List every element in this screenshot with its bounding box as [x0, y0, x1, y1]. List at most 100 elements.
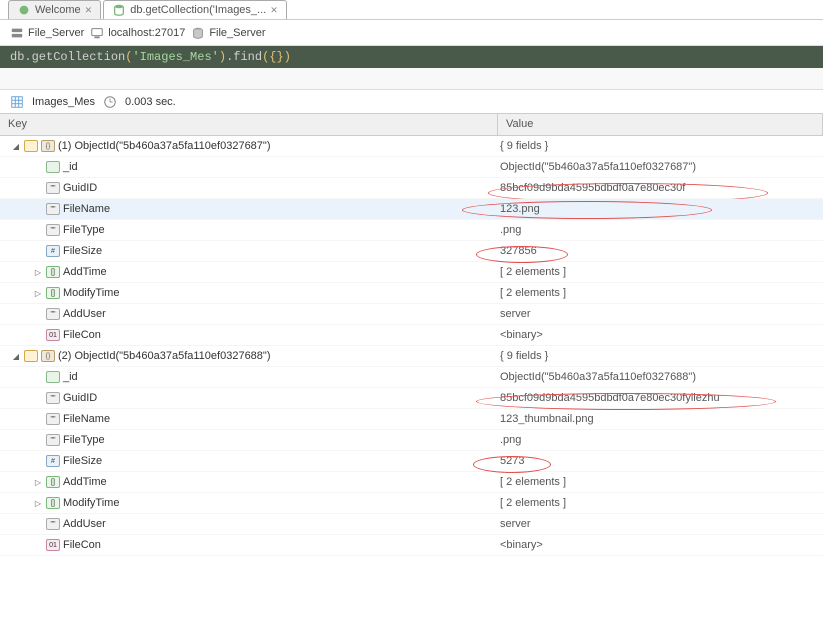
key-cell: ▷""FileName — [0, 413, 498, 425]
value-text: ObjectId("5b460a37a5fa110ef0327687") — [500, 161, 696, 173]
tree-row[interactable]: ▷""FileName123_thumbnail.png — [0, 409, 823, 430]
status-collection: Images_Mes — [32, 96, 95, 108]
expand-icon[interactable]: ▷ — [33, 498, 43, 508]
crumb-db-label: File_Server — [209, 27, 265, 39]
str-icon: "" — [46, 203, 60, 215]
query-bar[interactable]: db.getCollection('Images_Mes').find({}) — [0, 46, 823, 68]
value-cell: 85bcf09d9bda4595bdbdf0a7e80ec30f — [498, 182, 823, 194]
value-text: 123_thumbnail.png — [500, 413, 594, 425]
key-cell: ▷""GuidID — [0, 182, 498, 194]
key-cell: ◢{}(2) ObjectId("5b460a37a5fa110ef032768… — [0, 350, 498, 362]
value-cell: [ 2 elements ] — [498, 287, 823, 299]
toolbar-gap — [0, 68, 823, 90]
tree-row[interactable]: ▷""FileType.png — [0, 430, 823, 451]
breadcrumb: File_Server localhost:27017 File_Server — [0, 20, 823, 46]
tree-row[interactable]: ◢{}(2) ObjectId("5b460a37a5fa110ef032768… — [0, 346, 823, 367]
expand-icon[interactable]: ▷ — [33, 267, 43, 277]
key-text: AddTime — [63, 266, 107, 278]
value-text: [ 2 elements ] — [500, 266, 566, 278]
tree-row[interactable]: ▷01FileCon<binary> — [0, 325, 823, 346]
num-icon: # — [46, 455, 60, 467]
key-cell: ▷#FileSize — [0, 245, 498, 257]
close-icon[interactable]: ✕ — [85, 5, 93, 16]
tree-row[interactable]: ◢{}(1) ObjectId("5b460a37a5fa110ef032768… — [0, 136, 823, 157]
tree-row[interactable]: ▷[]AddTime[ 2 elements ] — [0, 262, 823, 283]
status-time: 0.003 sec. — [125, 96, 176, 108]
value-text: [ 2 elements ] — [500, 476, 566, 488]
key-cell: ▷_id — [0, 371, 498, 383]
crumb-db[interactable]: File_Server — [191, 26, 265, 40]
value-cell: 85bcf09d9bda4595bdbdf0a7e80ec30fyilezhu — [498, 392, 823, 404]
tree-row[interactable]: ▷[]ModifyTime[ 2 elements ] — [0, 283, 823, 304]
value-cell: [ 2 elements ] — [498, 266, 823, 278]
crumb-host[interactable]: localhost:27017 — [90, 26, 185, 40]
id-icon — [46, 161, 60, 173]
num-icon: # — [46, 245, 60, 257]
value-cell: ObjectId("5b460a37a5fa110ef0327687") — [498, 161, 823, 173]
tree-row[interactable]: ▷_idObjectId("5b460a37a5fa110ef0327687") — [0, 157, 823, 178]
key-cell: ▷01FileCon — [0, 539, 498, 551]
key-text: FileType — [63, 224, 105, 236]
expand-icon[interactable]: ▷ — [33, 288, 43, 298]
value-cell: <binary> — [498, 539, 823, 551]
value-text: ObjectId("5b460a37a5fa110ef0327688") — [500, 371, 696, 383]
key-text: FileSize — [63, 245, 102, 257]
tab-welcome[interactable]: Welcome ✕ — [8, 0, 101, 19]
value-cell: .png — [498, 434, 823, 446]
tree-row[interactable]: ▷""GuidID85bcf09d9bda4595bdbdf0a7e80ec30… — [0, 388, 823, 409]
arr-icon: [] — [46, 287, 60, 299]
tree-row[interactable]: ▷#FileSize5273 — [0, 451, 823, 472]
header-value[interactable]: Value — [498, 114, 823, 135]
collapse-icon[interactable]: ◢ — [11, 141, 21, 151]
key-cell: ▷[]ModifyTime — [0, 287, 498, 299]
key-cell: ▷[]AddTime — [0, 266, 498, 278]
value-cell: .png — [498, 224, 823, 236]
tab-query[interactable]: db.getCollection('Images_... ✕ — [103, 0, 287, 19]
tree-row[interactable]: ▷""FileName123.png — [0, 199, 823, 220]
crumb-server-label: File_Server — [28, 27, 84, 39]
tree-row[interactable]: ▷""AddUserserver — [0, 514, 823, 535]
tree-row[interactable]: ▷""GuidID85bcf09d9bda4595bdbdf0a7e80ec30… — [0, 178, 823, 199]
tree-row[interactable]: ▷""AddUserserver — [0, 304, 823, 325]
key-cell: ▷""FileName — [0, 203, 498, 215]
str-icon: "" — [46, 518, 60, 530]
value-text: server — [500, 308, 531, 320]
crumb-server[interactable]: File_Server — [10, 26, 84, 40]
key-text: GuidID — [63, 182, 97, 194]
expand-icon[interactable]: ▷ — [33, 477, 43, 487]
tree-row[interactable]: ▷[]AddTime[ 2 elements ] — [0, 472, 823, 493]
key-text: _id — [63, 161, 78, 173]
value-cell: { 9 fields } — [498, 140, 823, 152]
leaf-icon — [17, 3, 31, 17]
query-text: db.getCollection('Images_Mes').find({}) — [10, 50, 291, 64]
tab-welcome-label: Welcome — [35, 4, 81, 16]
clock-icon — [103, 95, 117, 109]
str-icon: "" — [46, 413, 60, 425]
key-text: FileType — [63, 434, 105, 446]
value-text: 5273 — [500, 455, 524, 467]
header-key[interactable]: Key — [0, 114, 498, 135]
tree-row[interactable]: ▷#FileSize327856 — [0, 241, 823, 262]
key-cell: ▷""FileType — [0, 224, 498, 236]
id-icon — [46, 371, 60, 383]
tree-row[interactable]: ▷""FileType.png — [0, 220, 823, 241]
bin-icon: 01 — [46, 329, 60, 341]
db-icon — [112, 3, 126, 17]
key-cell: ▷_id — [0, 161, 498, 173]
key-text: _id — [63, 371, 78, 383]
value-text: 123.png — [500, 203, 540, 215]
value-text: { 9 fields } — [500, 140, 548, 152]
key-text: GuidID — [63, 392, 97, 404]
tree-row[interactable]: ▷01FileCon<binary> — [0, 535, 823, 556]
collapse-icon[interactable]: ◢ — [11, 351, 21, 361]
value-cell: [ 2 elements ] — [498, 497, 823, 509]
tree-row[interactable]: ▷[]ModifyTime[ 2 elements ] — [0, 493, 823, 514]
value-text: <binary> — [500, 539, 543, 551]
str-icon: "" — [46, 308, 60, 320]
tree-row[interactable]: ▷_idObjectId("5b460a37a5fa110ef0327688") — [0, 367, 823, 388]
value-text: server — [500, 518, 531, 530]
str-icon: "" — [46, 392, 60, 404]
value-text: [ 2 elements ] — [500, 497, 566, 509]
close-icon[interactable]: ✕ — [270, 5, 278, 16]
value-text: [ 2 elements ] — [500, 287, 566, 299]
